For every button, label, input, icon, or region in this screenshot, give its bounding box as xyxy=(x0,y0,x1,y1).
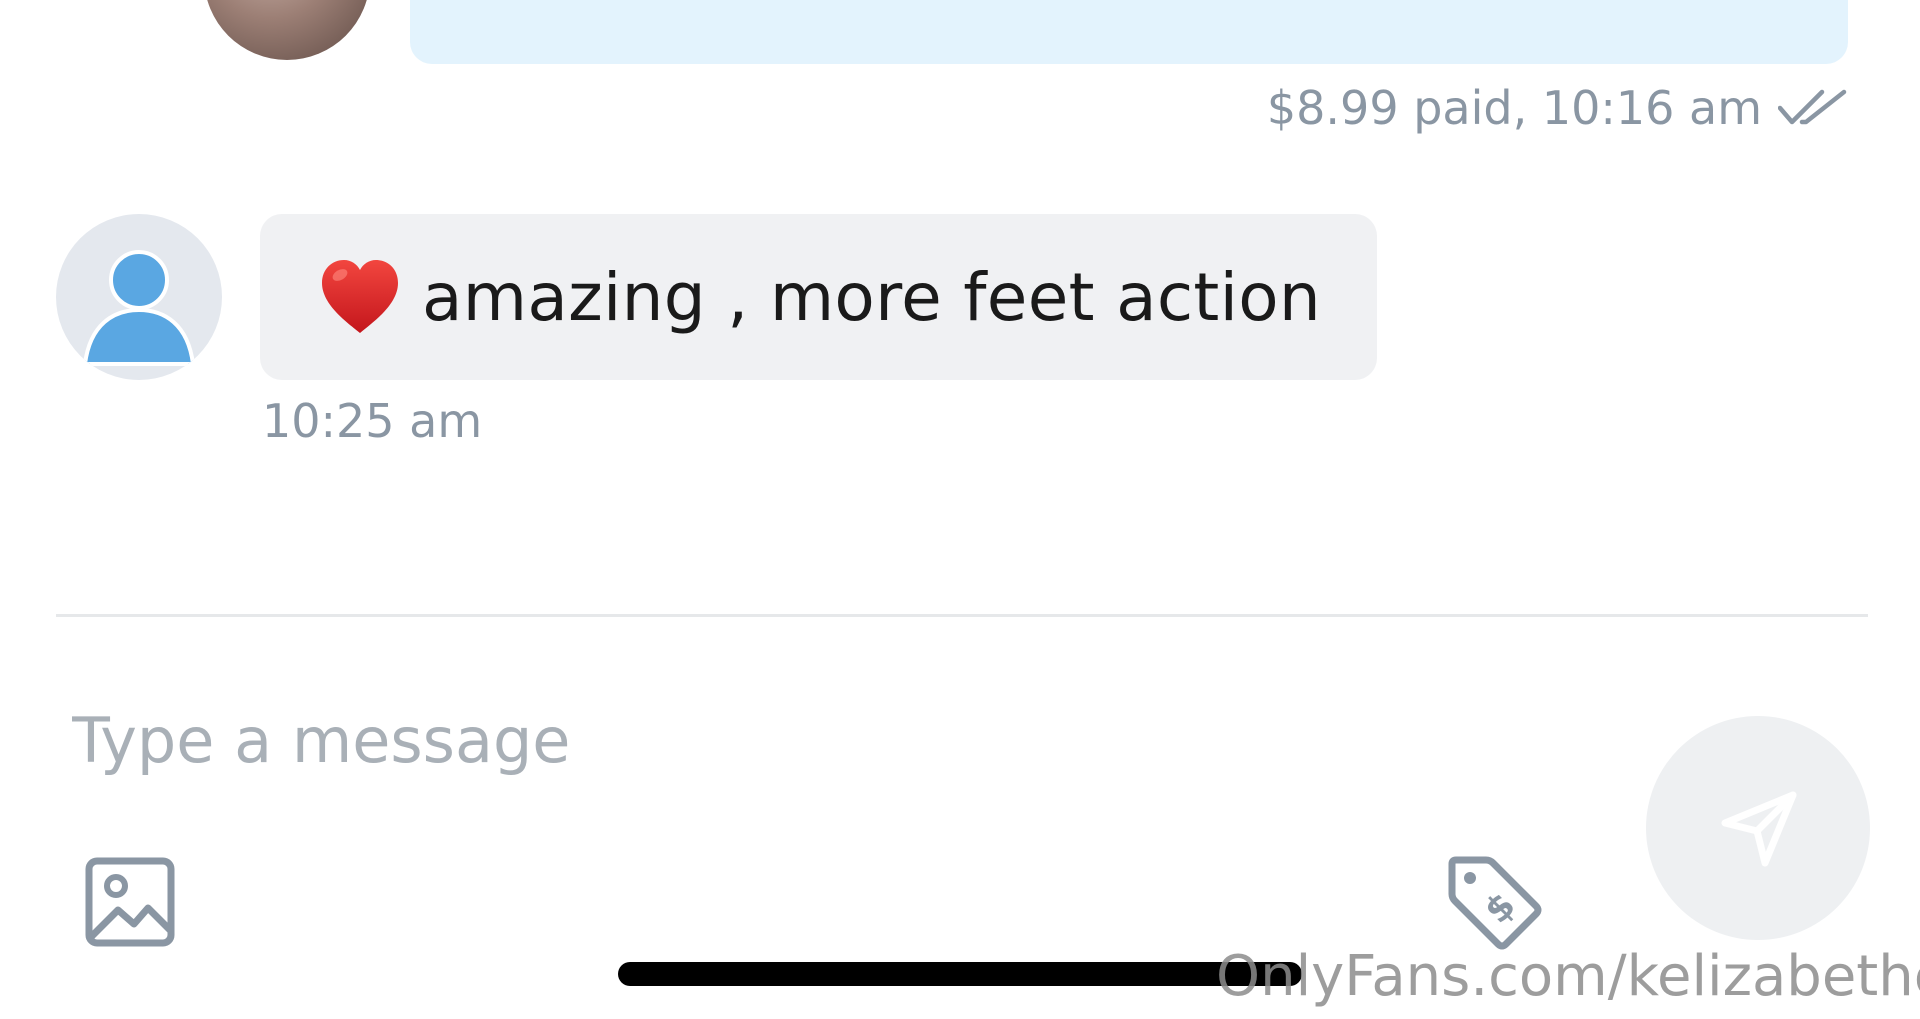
send-button[interactable] xyxy=(1646,716,1870,940)
sent-message-meta: $8.99 paid, 10:16 am xyxy=(1267,78,1848,138)
double-check-icon xyxy=(1778,88,1848,128)
message-input[interactable] xyxy=(72,690,1572,790)
default-user-avatar-icon xyxy=(82,250,196,366)
home-indicator[interactable] xyxy=(618,962,1302,986)
user-avatar[interactable] xyxy=(56,214,222,380)
received-message-bubble: amazing , more feet action xyxy=(260,214,1378,380)
price-tag-icon: $ xyxy=(1448,856,1542,950)
add-media-button[interactable] xyxy=(84,856,176,948)
received-message-text: amazing , more feet action xyxy=(422,258,1322,336)
chat-screen: fucking $8.99 paid, 10:16 am xyxy=(0,0,1920,1019)
sent-message-bubble: fucking xyxy=(410,0,1848,64)
watermark: OnlyFans.com/kelizabethc xyxy=(1216,944,1920,1009)
set-price-button[interactable]: $ xyxy=(1442,850,1546,954)
svg-text:$: $ xyxy=(1477,885,1524,932)
received-message-time: 10:25 am xyxy=(262,394,483,448)
sent-message-status: $8.99 paid, 10:16 am xyxy=(1266,81,1762,135)
composer-divider xyxy=(56,614,1868,617)
send-icon xyxy=(1721,791,1797,867)
red-heart-emoji-icon xyxy=(318,257,402,337)
image-icon xyxy=(85,857,175,947)
creator-avatar[interactable] xyxy=(204,0,370,60)
